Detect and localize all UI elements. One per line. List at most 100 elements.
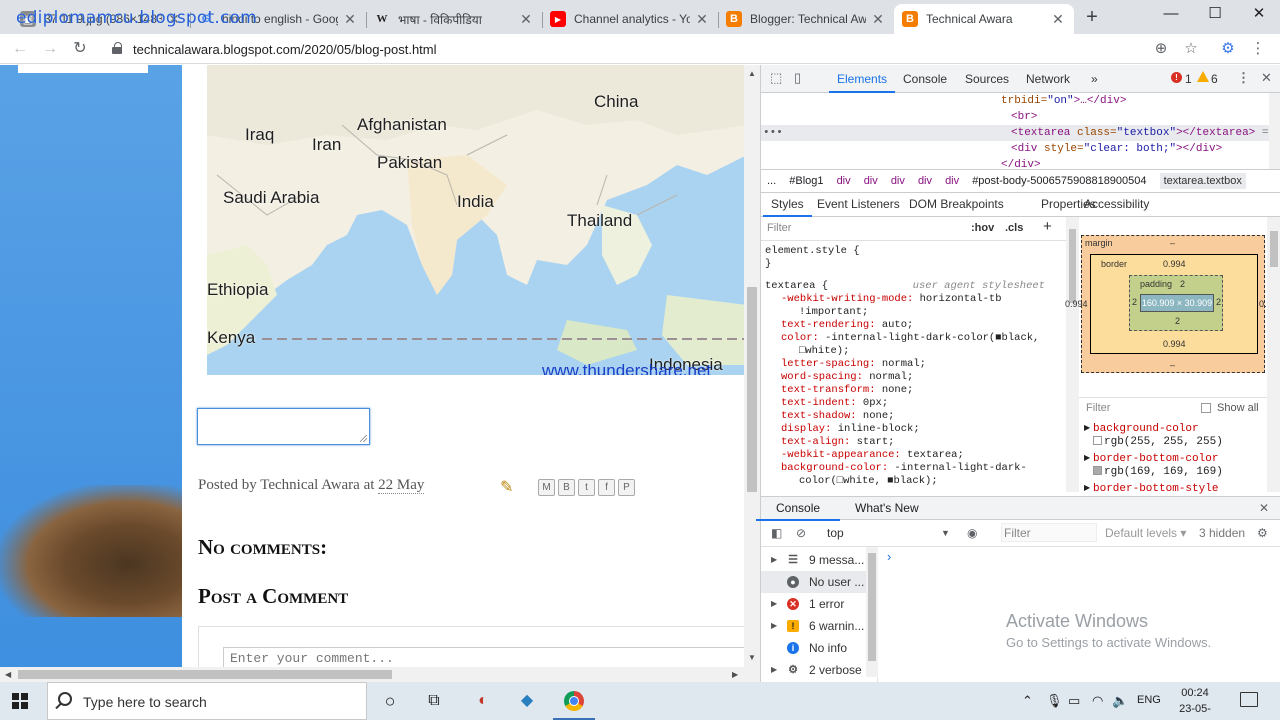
breadcrumb-item[interactable]: ... (767, 175, 776, 187)
extension-icon[interactable]: ⚙ (1216, 38, 1240, 60)
tab-console[interactable]: Console (895, 65, 955, 93)
browser-tab[interactable]: ▶ Channel analytics - You ✕ (542, 4, 718, 34)
tab-event-listeners[interactable]: Event Listeners (809, 193, 908, 215)
computed-filter-input[interactable]: Filter (1086, 402, 1110, 414)
css-declaration[interactable]: text-transform: none; (781, 384, 913, 397)
breadcrumb-item[interactable]: div (837, 175, 851, 187)
tab-dom-breakpoints[interactable]: DOM Breakpoints (901, 193, 1012, 215)
microphone-icon[interactable]: 🎙 (1046, 693, 1063, 709)
windows-start-icon[interactable] (12, 693, 28, 709)
error-icon[interactable]: ! (1171, 72, 1182, 83)
css-declaration[interactable]: text-shadow: none; (781, 410, 894, 423)
scroll-thumb[interactable] (18, 670, 392, 679)
scroll-thumb[interactable] (868, 553, 876, 661)
battery-icon[interactable]: ▭ (1068, 693, 1080, 709)
css-declaration[interactable]: -webkit-appearance: textarea; (781, 449, 964, 462)
expand-arrow-icon[interactable]: ▶ (1084, 483, 1090, 493)
browser-tab[interactable]: B Blogger: Technical Awa ✕ (718, 4, 894, 34)
app-icon[interactable]: ◆ (514, 688, 540, 714)
more-tabs-icon[interactable]: » (1083, 65, 1106, 93)
warning-icon[interactable] (1197, 71, 1209, 82)
dom-scrollbar[interactable] (1269, 93, 1280, 169)
post-date-link[interactable]: 22 May (378, 477, 425, 494)
border-bottom-value[interactable]: 0.994 (1163, 339, 1186, 349)
close-tab-icon[interactable]: ✕ (694, 11, 710, 28)
computed-row[interactable]: ▶ background-color (1084, 423, 1199, 435)
dom-node[interactable]: </div> (761, 157, 1269, 169)
chevron-up-icon[interactable]: ⌃ (1022, 693, 1033, 709)
css-declaration[interactable]: color: -internal-light-dark-color(■black… (781, 332, 1039, 345)
scroll-thumb[interactable] (1270, 231, 1278, 267)
maximize-button[interactable]: ☐ (1192, 0, 1238, 30)
chevron-down-icon[interactable]: ▼ (941, 520, 950, 546)
taskbar-search[interactable]: Type here to search (47, 682, 367, 720)
console-settings-icon[interactable]: ⚙ (1257, 520, 1268, 546)
browser-tab-active[interactable]: B Technical Awara ✕ (894, 4, 1074, 34)
inspect-element-icon[interactable]: ⬚ (770, 70, 782, 86)
chrome-taskbar-icon[interactable] (553, 688, 595, 720)
breadcrumb-item-selected[interactable]: textarea.textbox (1159, 173, 1246, 189)
tab-sources[interactable]: Sources (957, 65, 1017, 93)
twitter-share-icon[interactable]: t (578, 479, 595, 496)
computed-row[interactable]: ▶ border-bottom-color (1084, 453, 1218, 465)
reload-button[interactable]: ↻ (68, 37, 92, 61)
tab-accessibility[interactable]: Accessibility (1076, 193, 1157, 215)
dom-node[interactable]: <br> (761, 109, 1269, 125)
page-horizontal-scrollbar[interactable]: ◀ ▶ (0, 667, 760, 682)
scroll-thumb[interactable] (747, 287, 757, 492)
tab-styles[interactable]: Styles (763, 193, 812, 217)
element-style-open[interactable]: element.style { (765, 245, 860, 258)
app-icon[interactable]: ◐ (470, 688, 496, 714)
console-sidebar-scrollbar[interactable] (866, 547, 878, 677)
console-sidebar-item[interactable]: i No info (761, 637, 866, 659)
padding-top-value[interactable]: 2 (1180, 279, 1185, 289)
minimize-button[interactable]: — (1148, 0, 1194, 30)
close-tab-icon[interactable]: ✕ (518, 11, 534, 28)
css-declaration[interactable]: background-color: -internal-light-dark- (781, 462, 1027, 475)
browser-tab[interactable]: W भाषा - विकिपीडिया ✕ (366, 4, 542, 34)
close-tab-icon[interactable]: ✕ (1050, 11, 1066, 28)
scroll-down-icon[interactable]: ▼ (744, 653, 760, 662)
scroll-right-icon[interactable]: ▶ (732, 667, 738, 682)
console-prompt[interactable]: › (887, 549, 891, 564)
forward-button[interactable]: → (38, 37, 62, 61)
lock-icon[interactable] (112, 42, 122, 54)
language-indicator[interactable]: ENG (1137, 694, 1161, 706)
css-declaration[interactable]: text-rendering: auto; (781, 319, 913, 332)
padding-left-value[interactable]: 2 (1132, 297, 1137, 307)
comment-input[interactable]: Enter your comment... (223, 647, 760, 669)
margin-bottom-value[interactable]: – (1170, 360, 1175, 370)
new-tab-button[interactable]: + (1080, 6, 1104, 30)
breadcrumb-item[interactable]: div (864, 175, 878, 187)
error-count[interactable]: 1 (1185, 72, 1192, 86)
address-bar[interactable]: technicalawara.blogspot.com/2020/05/blog… (133, 42, 437, 57)
breadcrumb-item[interactable]: div (891, 175, 905, 187)
chrome-menu-icon[interactable]: ⋮ (1246, 38, 1270, 60)
email-share-icon[interactable]: M (538, 479, 555, 496)
css-declaration[interactable]: -webkit-writing-mode: horizontal-tb (781, 293, 1002, 306)
css-declaration[interactable]: !important; (799, 306, 868, 319)
box-model-content[interactable]: 160.909 × 30.909 (1140, 294, 1214, 312)
box-model-border[interactable]: border 0.994 0.994 0.994 0.994 padding 2… (1065, 254, 1280, 354)
color-swatch[interactable] (1093, 436, 1102, 445)
drawer-tab-console[interactable]: Console (756, 497, 841, 521)
expand-arrow-icon[interactable]: ▶ (771, 659, 777, 681)
styles-scrollbar[interactable] (1066, 217, 1079, 492)
pinterest-share-icon[interactable]: P (618, 479, 635, 496)
css-declaration[interactable]: word-spacing: normal; (781, 371, 913, 384)
breadcrumb-item[interactable]: #post-body-5006575908818900504 (972, 175, 1146, 187)
clear-console-icon[interactable]: ⊘ (796, 520, 806, 546)
margin-top-value[interactable]: – (1170, 238, 1175, 248)
breadcrumb-item[interactable]: div (918, 175, 932, 187)
computed-row[interactable]: ▶ border-bottom-style (1084, 483, 1218, 495)
computed-scrollbar[interactable] (1267, 217, 1280, 492)
close-devtools-icon[interactable]: ✕ (1261, 70, 1272, 86)
page-vertical-scrollbar[interactable]: ▲ ▼ (744, 65, 760, 667)
tab-network[interactable]: Network (1018, 65, 1078, 93)
css-declaration[interactable]: letter-spacing: normal; (781, 358, 926, 371)
eye-icon[interactable]: ◉ (967, 520, 977, 546)
dom-node-selected[interactable]: ••• <textarea class="textbox"></textarea… (761, 125, 1280, 141)
taskbar-clock[interactable]: 00:24 23-05-2020 (1170, 685, 1220, 720)
close-drawer-icon[interactable]: ✕ (1259, 497, 1269, 519)
blogthis-share-icon[interactable]: B (558, 479, 575, 496)
